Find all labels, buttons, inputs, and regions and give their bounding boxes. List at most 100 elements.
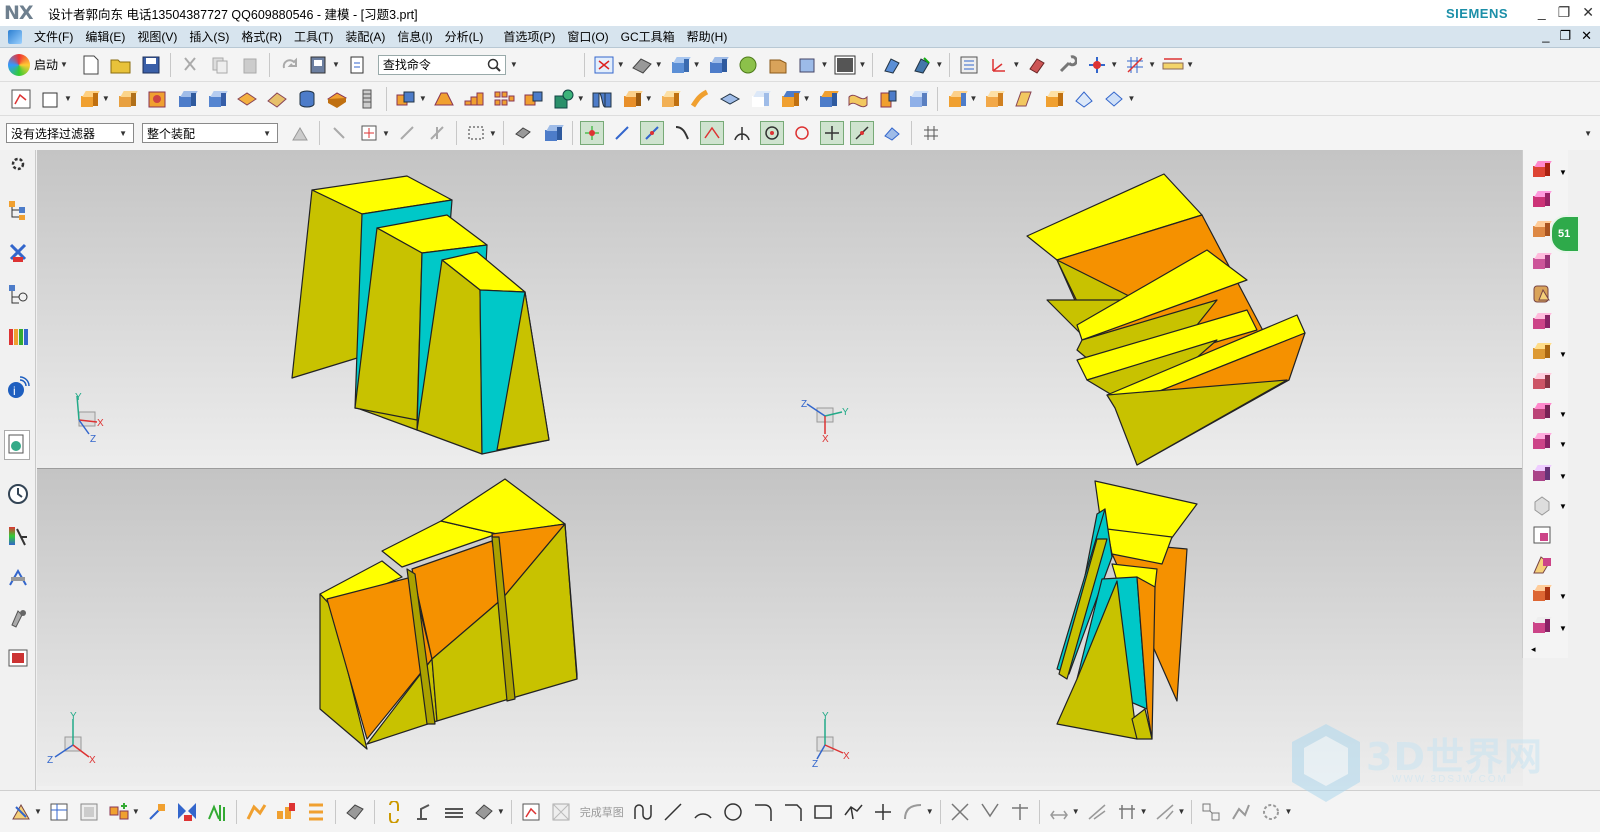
mirror-feature-button[interactable]	[522, 87, 546, 111]
make-corner-button[interactable]	[1008, 800, 1032, 824]
rendering-style-button[interactable]	[630, 53, 654, 77]
assembly-tool-icon[interactable]	[1531, 160, 1555, 184]
thicken-button[interactable]	[906, 87, 930, 111]
section-view-button[interactable]	[175, 800, 199, 824]
reuse-library-icon[interactable]	[6, 324, 30, 348]
part-navigator-button[interactable]	[957, 53, 981, 77]
app-menu-icon[interactable]	[8, 29, 22, 44]
new-component-icon[interactable]	[1531, 252, 1555, 276]
extrude-button[interactable]	[77, 87, 101, 111]
mesh-surface-button[interactable]	[945, 87, 969, 111]
select-grid-button[interactable]	[919, 121, 943, 145]
doc-restore-button[interactable]: ❐	[1559, 28, 1571, 44]
snap-view-button[interactable]	[1085, 53, 1109, 77]
replace-face-button[interactable]	[748, 87, 772, 111]
sew-button[interactable]	[876, 87, 900, 111]
chamfer-button[interactable]	[462, 87, 486, 111]
menu-help[interactable]: 帮助(H)	[681, 28, 734, 45]
copy-button[interactable]	[208, 53, 232, 77]
mirror-assembly-icon[interactable]	[1531, 432, 1555, 456]
trim-body-button[interactable]	[620, 87, 644, 111]
dimension-button[interactable]	[205, 800, 229, 824]
hd3d-tools-icon[interactable]: i	[6, 376, 30, 400]
menu-preferences[interactable]: 首选项(P)	[497, 28, 561, 45]
transform-button[interactable]	[1025, 53, 1049, 77]
system-materials-icon[interactable]	[6, 524, 30, 548]
quick-trim-button[interactable]	[948, 800, 972, 824]
measure-distance-button[interactable]	[1161, 53, 1185, 77]
datum-plane-button[interactable]	[39, 87, 63, 111]
menu-assembly[interactable]: 装配(A)	[339, 28, 391, 45]
finish-sketch-label[interactable]: 完成草图	[580, 804, 624, 820]
point-button[interactable]	[871, 800, 895, 824]
unite-button[interactable]	[394, 87, 418, 111]
sweep-button[interactable]	[688, 87, 712, 111]
chamfer-sketch-button[interactable]	[781, 800, 805, 824]
rectangle-button[interactable]	[811, 800, 835, 824]
annotation-button[interactable]	[343, 800, 367, 824]
menu-file[interactable]: 文件(F)	[28, 28, 79, 45]
menu-insert[interactable]: 插入(S)	[183, 28, 235, 45]
snap-endpoint-button[interactable]	[579, 121, 604, 145]
type-filter-select[interactable]: 没有选择过滤器 ▼	[6, 123, 134, 143]
thread-button[interactable]	[355, 87, 379, 111]
pattern-feature-button[interactable]	[492, 87, 516, 111]
constraint-navigator-icon[interactable]	[6, 240, 30, 264]
geometric-constraints-button[interactable]	[1047, 800, 1071, 824]
chain-link-button[interactable]	[382, 800, 406, 824]
hole-button[interactable]	[145, 87, 169, 111]
grid-button[interactable]	[1123, 53, 1147, 77]
break-view-button[interactable]	[274, 800, 298, 824]
close-button[interactable]: ✕	[1582, 4, 1594, 21]
detail-view-button[interactable]	[244, 800, 268, 824]
deformable-part-icon[interactable]	[1531, 524, 1555, 548]
shaded-view-button[interactable]	[706, 53, 730, 77]
tube-button[interactable]	[295, 87, 319, 111]
exploded-view-icon[interactable]	[1531, 554, 1555, 578]
process-studio-icon[interactable]	[6, 566, 30, 590]
quick-extend-button[interactable]	[978, 800, 1002, 824]
background-button[interactable]	[736, 53, 760, 77]
projected-view-button[interactable]	[145, 800, 169, 824]
mold-wizard-button[interactable]	[442, 800, 466, 824]
shell-button[interactable]	[552, 87, 576, 111]
add-base-view-button[interactable]	[107, 800, 131, 824]
roles-gear-icon[interactable]	[6, 152, 30, 176]
work-layer-button[interactable]	[833, 53, 857, 77]
fillet-button[interactable]	[751, 800, 775, 824]
menu-analysis[interactable]: 分析(L)	[439, 28, 490, 45]
polygon-button[interactable]	[841, 800, 865, 824]
cone-button[interactable]	[235, 87, 259, 111]
offset-surface-button[interactable]	[1102, 87, 1126, 111]
convert-reference-button[interactable]	[1115, 800, 1139, 824]
block-button[interactable]	[175, 87, 199, 111]
menu-window[interactable]: 窗口(O)	[561, 28, 614, 45]
synchronous-move-button[interactable]	[816, 87, 840, 111]
assembly-constraints-button[interactable]	[9, 800, 33, 824]
select-point-button[interactable]	[357, 121, 381, 145]
snap-intersection-button[interactable]	[699, 121, 724, 145]
split-body-button[interactable]	[658, 87, 682, 111]
select-body-button[interactable]	[541, 121, 565, 145]
snap-center-button[interactable]	[759, 121, 784, 145]
snap-on-curve-button[interactable]	[849, 121, 874, 145]
draft-button[interactable]	[590, 87, 614, 111]
component-properties-icon[interactable]	[1531, 282, 1555, 306]
extend-sheet-button[interactable]	[1012, 87, 1036, 111]
patch-button[interactable]	[846, 87, 870, 111]
viewport-top[interactable]: Y X Z Z Y X	[37, 150, 1523, 468]
sketch-settings-button[interactable]	[1259, 800, 1283, 824]
menu-format[interactable]: 格式(R)	[235, 28, 288, 45]
general-selection-button[interactable]	[288, 121, 312, 145]
command-search-input[interactable]: 查找命令	[377, 54, 506, 75]
sketch-button[interactable]	[9, 87, 33, 111]
open-folder-button[interactable]	[109, 53, 133, 77]
rectangle-select-button[interactable]	[464, 121, 488, 145]
save-button[interactable]	[139, 53, 163, 77]
doc-close-button[interactable]: ✕	[1581, 28, 1592, 44]
finish-sketch-button[interactable]	[549, 800, 573, 824]
weldment-button[interactable]	[472, 800, 496, 824]
pad-button[interactable]	[325, 87, 349, 111]
graphics-window[interactable]: Y X Z Z Y X Y Z X Y Z X	[37, 150, 1523, 790]
snap-quadrant-button[interactable]	[790, 121, 814, 145]
